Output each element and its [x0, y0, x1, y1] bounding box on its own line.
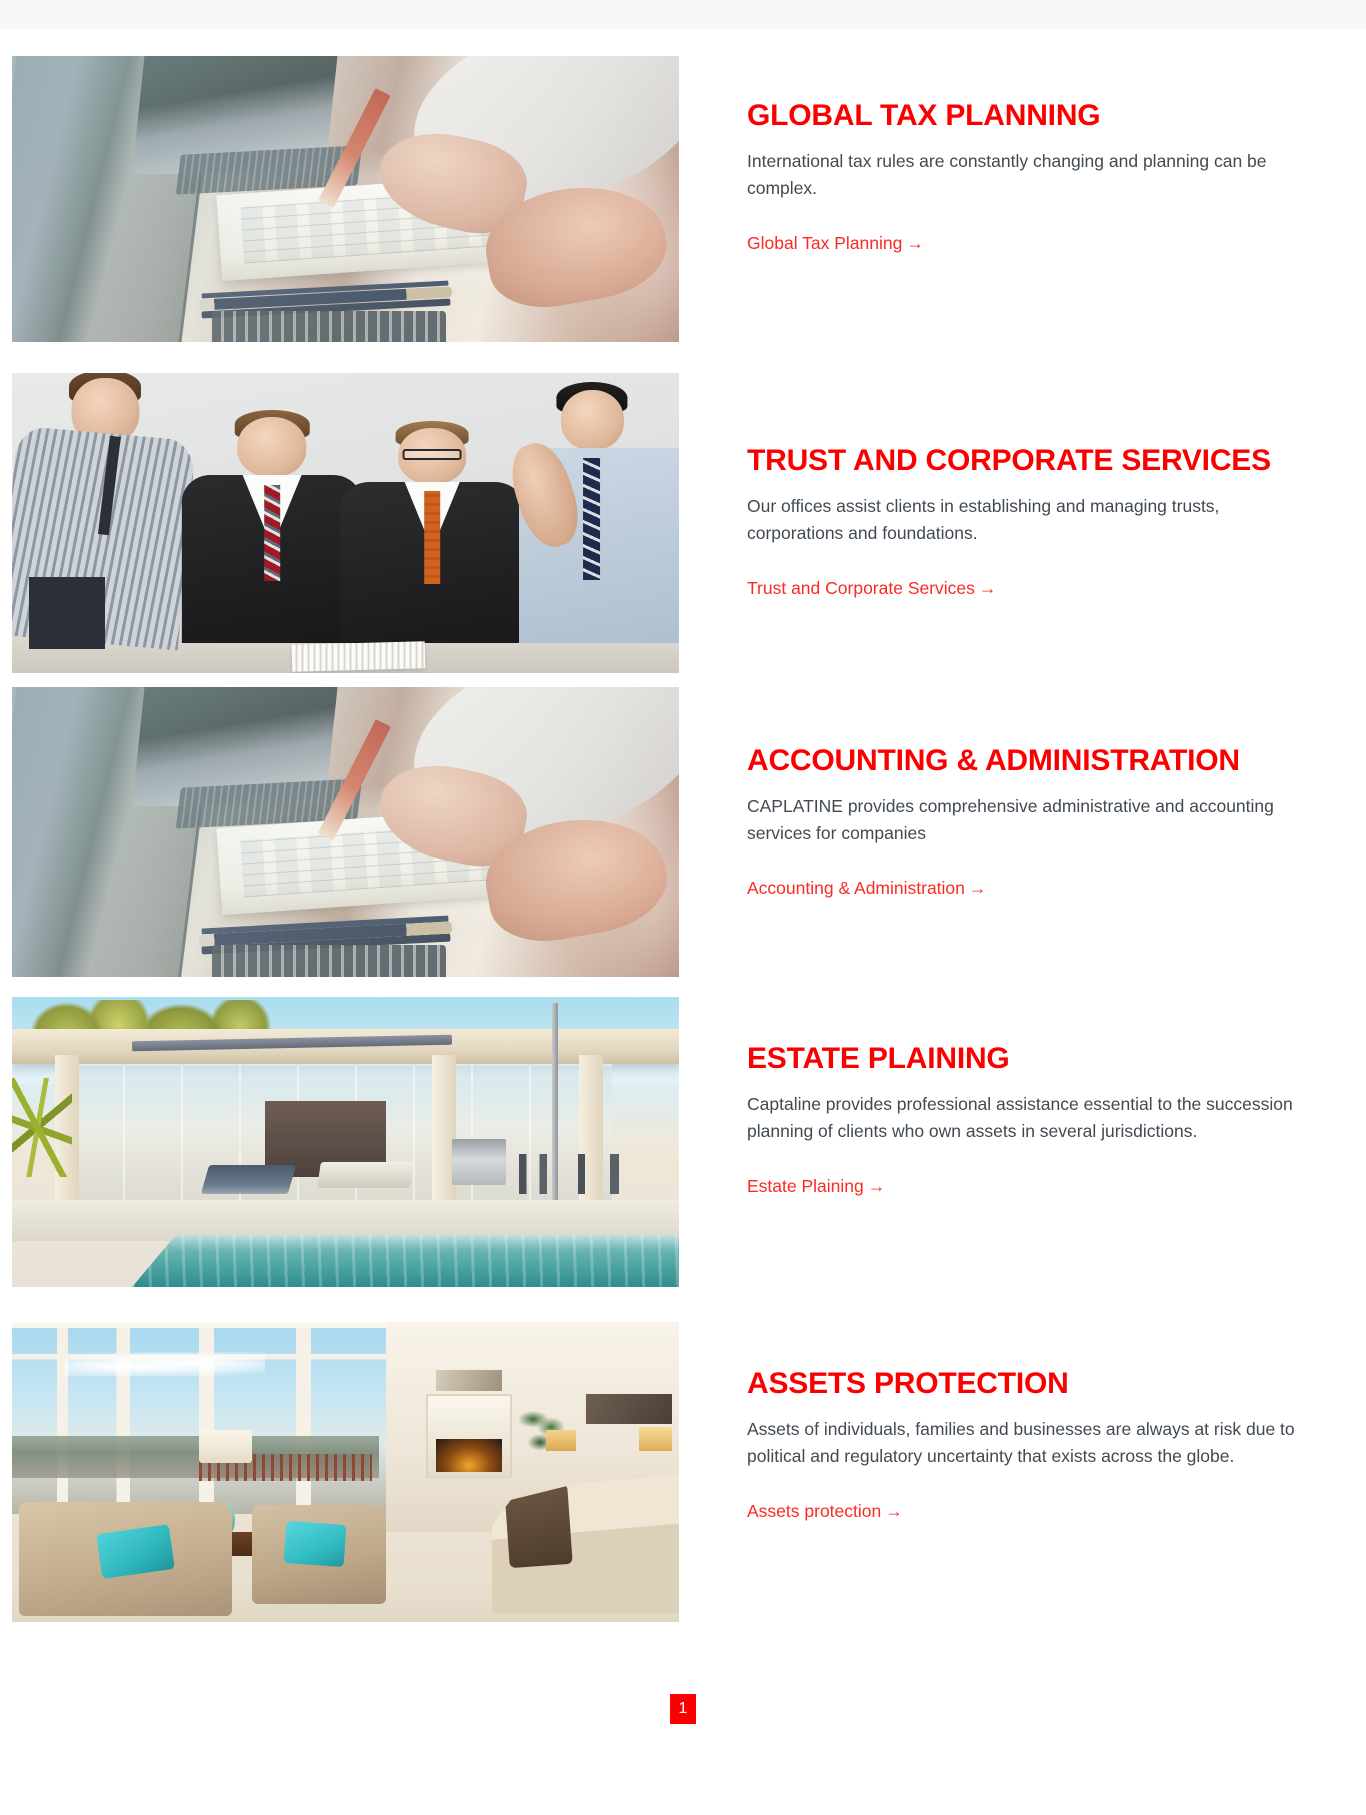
service-row-estate-plaining: ESTATE PLAINING Captaline provides profe…	[0, 990, 1366, 1315]
service-link-label: Estate Plaining	[747, 1175, 864, 1196]
service-row-accounting-and-administration: ACCOUNTING & ADMINISTRATION CAPLATINE pr…	[0, 672, 1366, 990]
service-link-accounting-and-administration[interactable]: Accounting & Administration →	[747, 876, 986, 901]
service-row-trust-and-corporate-services: TRUST AND CORPORATE SERVICES Our offices…	[0, 346, 1366, 673]
service-link-global-tax-planning[interactable]: Global Tax Planning →	[747, 231, 924, 256]
service-copy-estate-plaining: ESTATE PLAINING Captaline provides profe…	[679, 990, 1366, 1198]
service-title: ESTATE PLAINING	[747, 1042, 1010, 1075]
service-description: CAPLATINE provides comprehensive adminis…	[747, 795, 1274, 844]
service-copy-trust-and-corporate-services: TRUST AND CORPORATE SERVICES Our offices…	[679, 346, 1366, 600]
service-image-accounting-and-administration	[12, 687, 679, 977]
service-image-estate-plaining	[12, 997, 679, 1287]
arrow-right-icon: →	[968, 877, 987, 898]
service-link-trust-and-corporate-services[interactable]: Trust and Corporate Services →	[747, 576, 996, 601]
service-image-trust-and-corporate-services	[12, 373, 679, 673]
service-link-label: Global Tax Planning	[747, 232, 903, 253]
service-row-assets-protection: ASSETS PROTECTION Assets of individuals,…	[0, 1315, 1366, 1645]
service-link-label: Accounting & Administration	[747, 877, 965, 898]
service-copy-global-tax-planning: GLOBAL TAX PLANNING International tax ru…	[679, 29, 1366, 255]
service-title: TRUST AND CORPORATE SERVICES	[747, 444, 1271, 477]
arrow-right-icon: →	[906, 232, 924, 253]
service-copy-assets-protection: ASSETS PROTECTION Assets of individuals,…	[679, 1315, 1366, 1523]
top-bar	[0, 0, 1366, 29]
service-description: Captaline provides professional assistan…	[747, 1093, 1293, 1142]
pagination-page-1[interactable]: 1	[670, 1694, 696, 1724]
service-description: International tax rules are constantly c…	[747, 150, 1267, 199]
service-image-assets-protection	[12, 1322, 679, 1622]
service-link-label: Assets protection	[747, 1500, 882, 1521]
service-title: ASSETS PROTECTION	[747, 1367, 1069, 1400]
service-image-global-tax-planning	[12, 56, 679, 342]
service-link-label: Trust and Corporate Services	[747, 577, 975, 598]
services-list: GLOBAL TAX PLANNING International tax ru…	[0, 29, 1366, 1645]
service-row-global-tax-planning: GLOBAL TAX PLANNING International tax ru…	[0, 29, 1366, 346]
service-title: ACCOUNTING & ADMINISTRATION	[747, 744, 1240, 777]
arrow-right-icon: →	[867, 1175, 886, 1196]
arrow-right-icon: →	[978, 577, 997, 598]
service-link-estate-plaining[interactable]: Estate Plaining →	[747, 1174, 885, 1199]
service-link-assets-protection[interactable]: Assets protection →	[747, 1499, 903, 1524]
service-description: Our offices assist clients in establishi…	[747, 495, 1220, 544]
service-description: Assets of individuals, families and busi…	[747, 1418, 1295, 1467]
service-copy-accounting-and-administration: ACCOUNTING & ADMINISTRATION CAPLATINE pr…	[679, 672, 1366, 900]
service-title: GLOBAL TAX PLANNING	[747, 99, 1101, 132]
arrow-right-icon: →	[885, 1500, 903, 1521]
pagination: 1	[0, 1694, 1366, 1724]
